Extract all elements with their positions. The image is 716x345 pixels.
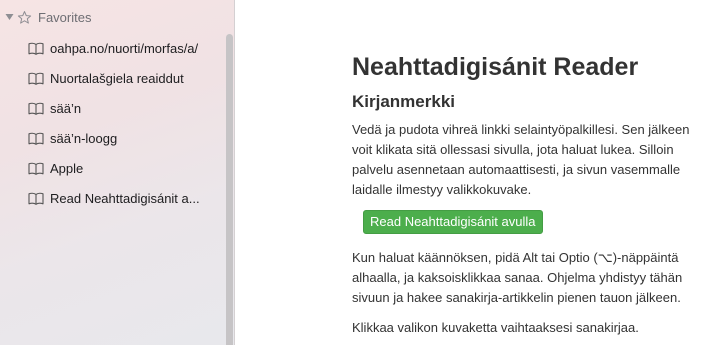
bookmark-item[interactable]: oahpa.no/nuorti/morfas/a/: [0, 33, 226, 63]
bookmark-label: Read Neahttadigisánit a...: [50, 190, 200, 206]
browser-window: Favorites oahpa.no/nuorti/morfas/a/ Nuor…: [0, 0, 716, 345]
favorites-label: Favorites: [38, 9, 92, 25]
favorites-header[interactable]: Favorites: [4, 7, 91, 27]
book-icon: [28, 131, 44, 145]
book-icon: [28, 41, 44, 55]
bookmarks-sidebar: Favorites oahpa.no/nuorti/morfas/a/ Nuor…: [0, 0, 235, 345]
sidebar-scrollbar[interactable]: [226, 34, 233, 345]
usage-paragraph: Kun haluat käännöksen, pidä Alt tai Opti…: [352, 250, 683, 305]
bookmarklet-row: Read Neahttadigisánit avulla: [352, 210, 702, 236]
page-content: Neahttadigisánit Reader Kirjanmerkki Ved…: [235, 0, 716, 345]
star-icon: [16, 9, 32, 25]
page-title: Neahttadigisánit Reader: [352, 53, 639, 81]
bookmark-label: sää’n: [50, 100, 82, 116]
bookmark-label: Nuortalašgiela reaiddut: [50, 70, 184, 86]
instructions-paragraph: Vedä ja pudota vihreä linkki selaintyöpa…: [352, 122, 690, 197]
book-icon: [28, 101, 44, 115]
bookmark-label: oahpa.no/nuorti/morfas/a/: [50, 40, 199, 56]
bookmark-label: Apple: [50, 160, 84, 176]
dictionary-paragraph: Klikkaa valikon kuvaketta vaihtaaksesi s…: [352, 320, 639, 335]
book-icon: [28, 191, 44, 205]
bookmark-item[interactable]: Nuortalašgiela reaiddut: [0, 63, 226, 93]
bookmark-item[interactable]: Read Neahttadigisánit a...: [0, 183, 226, 213]
bookmark-item[interactable]: sää’n-loogg: [0, 123, 226, 153]
disclosure-triangle-icon[interactable]: [4, 12, 14, 22]
bookmark-list: oahpa.no/nuorti/morfas/a/ Nuortalašgiela…: [0, 33, 226, 213]
bookmark-item[interactable]: sää’n: [0, 93, 226, 123]
content-column: Neahttadigisánit Reader Kirjanmerkki Ved…: [352, 50, 702, 338]
bookmark-item[interactable]: Apple: [0, 153, 226, 183]
book-icon: [28, 161, 44, 175]
bookmarklet-button[interactable]: Read Neahttadigisánit avulla: [363, 210, 543, 234]
bookmark-label: sää’n-loogg: [50, 130, 118, 146]
section-title: Kirjanmerkki: [352, 92, 455, 111]
book-icon: [28, 71, 44, 85]
